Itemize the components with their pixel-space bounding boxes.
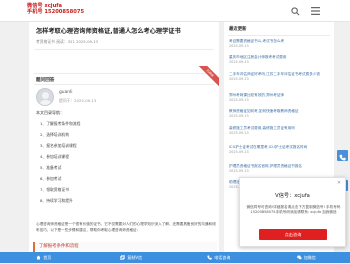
divider — [34, 49, 214, 50]
toc-item[interactable]: 1、了解报考条件和流程 — [40, 121, 80, 127]
close-icon[interactable]: ✕ — [336, 180, 342, 186]
sidebar-item-date: 2025-09-13 — [229, 169, 329, 174]
sidebar-item[interactable]: ICU护士证考试在哪里考,ICU护士证考试报名时间 2025-09-13 — [229, 145, 329, 155]
sidebar-item-date: 2025-09-13 — [229, 98, 329, 103]
search-icon[interactable] — [290, 6, 300, 16]
bottom-nav-home[interactable]: 首页 — [0, 252, 88, 263]
sidebar-item[interactable]: 重庆市地区注册会计师报考考试费用 2025-09-13 — [229, 55, 329, 65]
article-panel: 怎样考取心理咨询师资格证,普通人怎么考心理学证书 考资格证书 阅读：321 20… — [29, 22, 219, 263]
divider — [34, 84, 214, 85]
sidebar-item[interactable]: 考证需要资格证书么,考试书怎么考 2025-09-13 — [229, 39, 329, 49]
top-bar: 微信号 xcjufa 手机号 15200858075 — [0, 0, 350, 22]
divider — [34, 73, 214, 74]
sidebar-item-date: 2025-09-13 — [229, 150, 329, 155]
author-box: guanli 提问于：2025-09-13 — [36, 86, 216, 110]
sidebar-item[interactable]: 护理员资格证书报名官网,护理员资格证书报名 2025-09-13 — [229, 164, 329, 174]
toc-item[interactable]: 8、持续学习和提升 — [40, 198, 73, 204]
sidebar-item-date: 2025-09-13 — [229, 60, 329, 65]
float-phone-button[interactable] — [337, 150, 348, 161]
consult-button[interactable]: 点击咨询 — [259, 229, 327, 240]
sidebar-item-date: 2025-09-13 — [229, 77, 329, 82]
bottom-nav: 首页 复制V信 电话咨询 加微信 — [0, 252, 350, 263]
toc-item[interactable]: 2、选择培训机构 — [40, 132, 69, 138]
toc-item[interactable]: 3、报名参加培训课程 — [40, 143, 77, 149]
article-title: 怎样考取心理咨询师资格证,普通人怎么考心理学证书 — [36, 27, 216, 36]
logo-phone-text: 手机号 15200858075 — [27, 9, 84, 16]
toc-item[interactable]: 4、参加培训课程 — [40, 154, 69, 160]
bottom-nav-label: 加微信 — [304, 255, 316, 261]
popup-text: 微信同号可咨询!详细报名请点击下方复制微信号! 手机号码15200858075手… — [246, 205, 341, 215]
bottom-nav-label: 电话咨询 — [214, 255, 230, 261]
sidebar-item-date: 2025-09-13 — [229, 131, 329, 136]
sidebar-item-date: 2025-09-13 — [229, 44, 329, 49]
wechat-icon — [297, 255, 302, 261]
avatar — [36, 88, 54, 106]
sidebar-heading: 最近更新 — [229, 26, 247, 32]
sidebar-item[interactable]: 二手车评估师证好考吗,江苏二手车评估证书考试费多少钱 2025-09-13 — [229, 72, 329, 82]
sidebar-item[interactable]: 教师资格证如何考,如何快速考取教师资格证 2025-09-13 — [229, 109, 329, 119]
popup-title: V信号：xcjufa — [240, 192, 345, 199]
phone-icon — [207, 255, 212, 261]
sidebar-item[interactable]: 郑州考网课比较有效的,郑州考证师 2025-09-13 — [229, 93, 329, 103]
toc-item[interactable]: 6、参加考试 — [40, 176, 61, 182]
toc-title: 本文目录导航： — [36, 110, 64, 116]
ribbon-label: 已采纳 — [197, 66, 219, 87]
toc-item[interactable]: 7、领取资格证书 — [40, 187, 69, 193]
menu-icon[interactable] — [310, 6, 320, 16]
section-subheading: 了解报考条件和流程 — [33, 242, 217, 252]
bottom-nav-wechat[interactable]: 加微信 — [263, 252, 350, 263]
divider — [228, 35, 330, 36]
sidebar-item-date: 2025-09-13 — [229, 114, 329, 119]
bottom-nav-label: 首页 — [43, 255, 51, 261]
intro-paragraph: 心理咨询师资格证是一个很有价值的证书，它不仅需要对人们的心理学知识深入了解，还需… — [36, 221, 216, 233]
article-meta: 考资格证书 阅读：321 2025-09-13 — [36, 39, 98, 45]
bottom-nav-label: 复制V信 — [127, 255, 142, 261]
contact-popup: ✕ V信号：xcjufa 微信同号可咨询!详细报名请点击下方复制微信号! 手机号… — [239, 177, 346, 247]
answer-section-heading: 题问回答 — [36, 77, 54, 83]
accepted-ribbon: 已采纳 — [197, 66, 219, 88]
home-icon — [36, 255, 41, 261]
phone-icon — [339, 146, 346, 165]
sidebar-item[interactable]: 装修施工员考试费用,装修施工员证有用吗 2025-09-13 — [229, 126, 329, 136]
bottom-nav-copy[interactable]: 复制V信 — [88, 252, 176, 263]
bottom-nav-phone[interactable]: 电话咨询 — [175, 252, 263, 263]
author-date: 提问于：2025-09-13 — [59, 98, 96, 104]
toc-item[interactable]: 5、准备考试 — [40, 165, 61, 171]
copy-icon — [120, 255, 125, 261]
site-logo[interactable]: 微信号 xcjufa 手机号 15200858075 — [27, 3, 84, 16]
author-name[interactable]: guanli — [59, 90, 72, 95]
